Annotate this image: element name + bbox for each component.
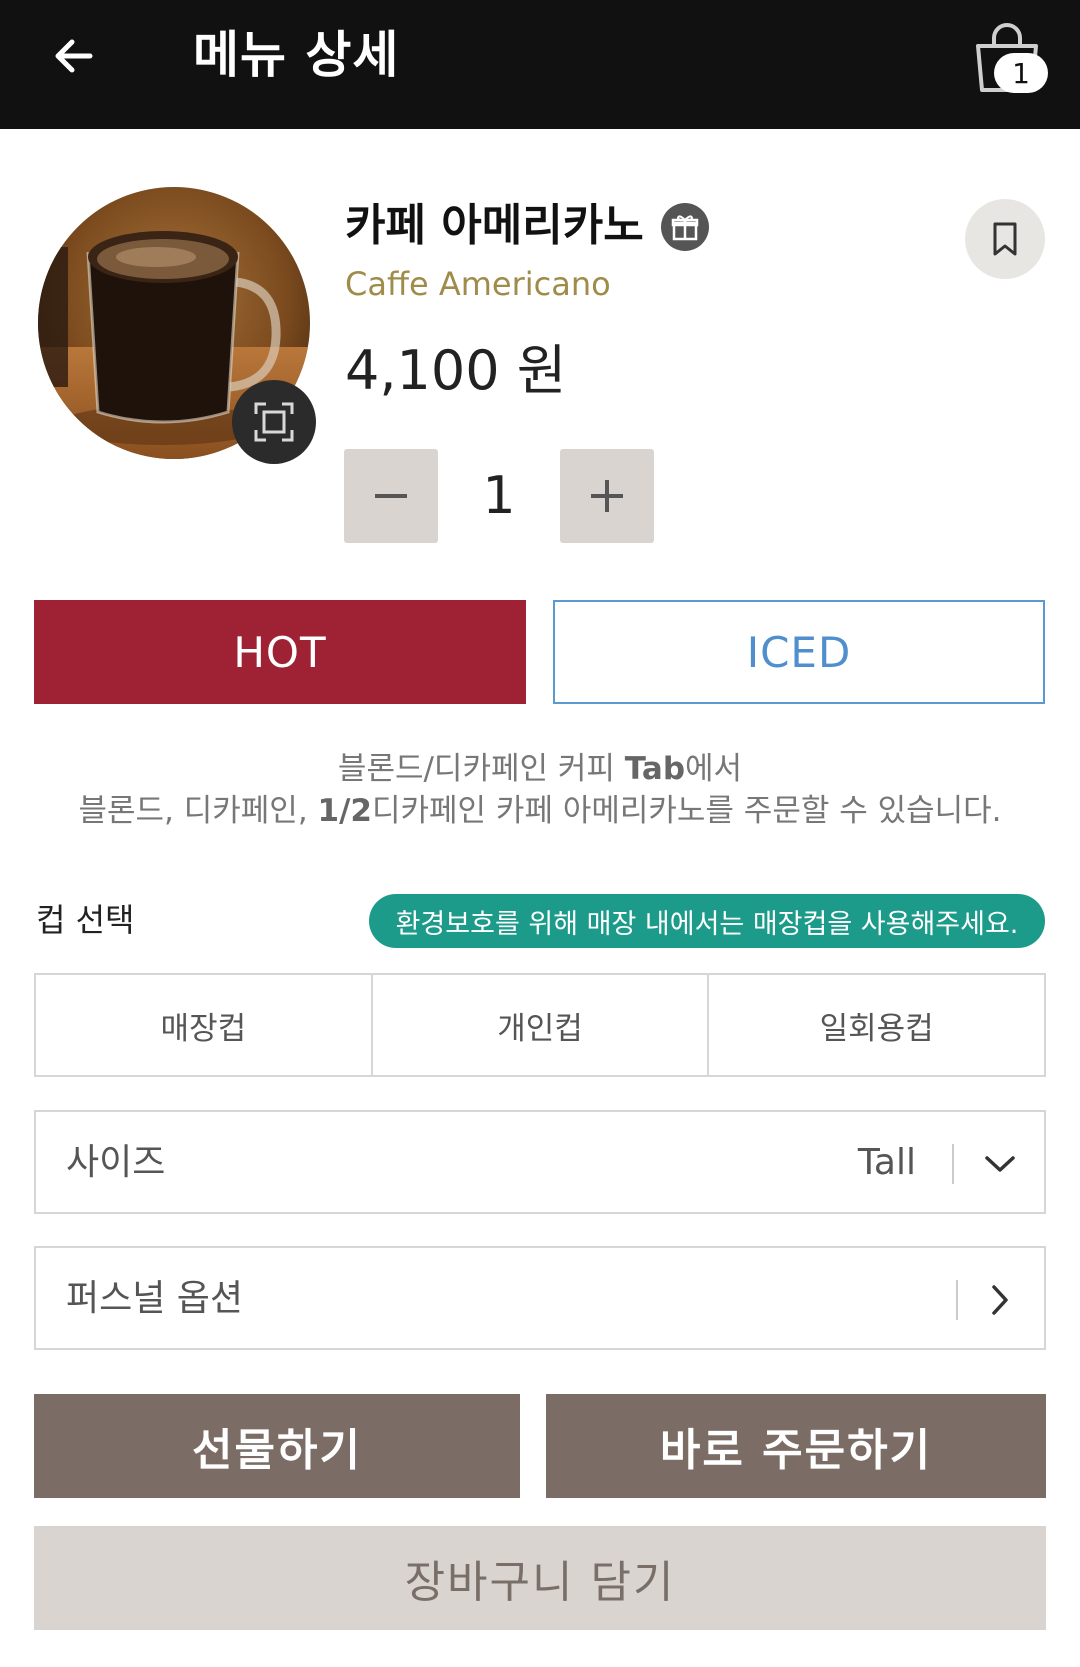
add-to-cart-button[interactable]: 장바구니 담기 [34,1526,1046,1630]
arrow-left-icon [55,39,93,73]
gift-button[interactable]: 선물하기 [34,1394,520,1498]
personal-option-divider [956,1280,958,1320]
quantity-value: 1 [482,466,516,526]
top-bar: 메뉴 상세 1 [0,0,1080,129]
size-divider [952,1144,954,1184]
info-line2-suffix: 디카페인 카페 아메리카노를 주문할 수 있습니다. [372,793,1002,829]
info-line1-bold: Tab [624,751,686,787]
iced-button[interactable]: ICED [553,600,1045,704]
info-line1-suffix: 에서 [685,751,743,787]
personal-option-label: 퍼스널 옵션 [66,1278,244,1319]
eco-notice-badge: 환경보호를 위해 매장 내에서는 매장컵을 사용해주세요. [369,894,1045,948]
quantity-increase-button[interactable] [560,449,654,543]
info-line2-bold: 1/2 [317,793,372,829]
page-title: 메뉴 상세 [193,26,400,84]
cup-option-store[interactable]: 매장컵 [36,975,371,1075]
chevron-down-icon[interactable] [978,1142,1022,1186]
cup-option-disposable[interactable]: 일회용컵 [707,975,1044,1075]
decaf-info-text: 블론드/디카페인 커피 Tab에서 블론드, 디카페인, 1/2디카페인 카페 … [30,748,1050,832]
quantity-decrease-button[interactable] [344,449,438,543]
order-now-button[interactable]: 바로 주문하기 [546,1394,1046,1498]
product-price: 4,100 원 [345,339,567,402]
info-line1-prefix: 블론드/디카페인 커피 [337,751,625,787]
back-button[interactable] [44,26,104,86]
gift-icon [661,203,709,251]
hot-button[interactable]: HOT [34,600,526,704]
chevron-right-icon[interactable] [978,1278,1022,1322]
plus-icon [591,480,623,512]
info-line2-prefix: 블론드, 디카페인, [78,793,318,829]
cup-select-label: 컵 선택 [36,901,135,939]
product-name: 카페 아메리카노 [345,200,644,251]
cup-options: 매장컵 개인컵 일회용컵 [34,973,1046,1077]
size-label: 사이즈 [66,1142,166,1183]
cart-count-badge: 1 [994,53,1048,93]
cup-option-personal[interactable]: 개인컵 [370,975,708,1075]
zoom-button[interactable] [232,380,316,464]
size-value: Tall [857,1142,916,1183]
bookmark-button[interactable] [965,199,1045,279]
product-name-english: Caffe Americano [345,265,611,303]
personal-option-row[interactable]: 퍼스널 옵션 [34,1246,1046,1350]
bookmark-icon [993,222,1017,256]
minus-icon [375,494,407,498]
size-select[interactable]: 사이즈 Tall [34,1110,1046,1214]
expand-icon [254,402,294,442]
